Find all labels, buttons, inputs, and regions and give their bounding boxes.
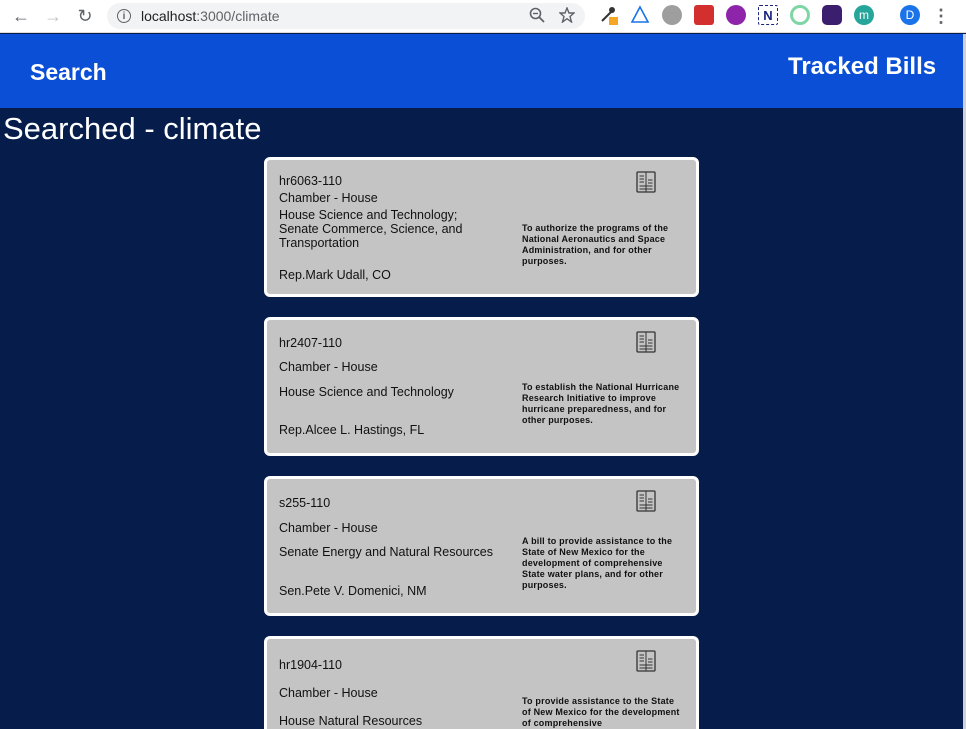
purple-extension-icon[interactable] [726,5,746,25]
bill-chamber: Chamber - House [279,360,378,374]
tracked-bills-nav-link[interactable]: Tracked Bills [788,53,936,81]
bill-chamber: Chamber - House [279,686,378,700]
bill-committee: House Science and Technology [279,385,454,399]
bill-id: hr6063-110 [279,174,343,188]
url-path: :3000/climate [196,8,280,24]
bill-committee: House Natural Resources [279,714,423,728]
document-icon[interactable] [636,650,656,672]
browser-toolbar: ← → ↻ i localhost:3000/climate N m D ⋮ [0,0,966,33]
bill-chamber: Chamber - House [279,191,378,205]
bill-card[interactable]: s255-110 Chamber - House Senate Energy a… [264,476,699,616]
n-extension-icon[interactable]: N [758,5,778,25]
profile-avatar[interactable]: D [900,5,920,25]
url-host: localhost [141,8,197,24]
eyedropper-extension-icon[interactable] [598,5,618,25]
zoom-icon[interactable] [529,7,545,23]
red-extension-icon[interactable] [694,5,714,25]
m-extension-icon[interactable]: m [854,5,874,25]
browser-menu-icon[interactable]: ⋮ [932,6,950,27]
bill-committee: House Science and Technology; Senate Com… [279,208,463,250]
document-icon[interactable] [636,171,656,193]
green-ring-extension-icon[interactable] [790,5,810,25]
bill-summary: A bill to provide assistance to the Stat… [522,536,673,590]
bill-id: s255-110 [279,496,331,510]
bill-card[interactable]: hr6063-110 Chamber - House House Science… [264,157,699,297]
dark-extension-icon[interactable] [822,5,842,25]
page-title: Searched - climate [3,111,262,146]
info-icon[interactable]: i [117,9,131,23]
circle-extension-icon[interactable] [662,5,682,25]
bill-summary: To authorize the programs of the Nationa… [522,223,669,266]
search-nav-link[interactable]: Search [30,59,107,86]
forward-icon[interactable]: → [38,1,68,31]
bill-sponsor: Rep.Mark Udall, CO [279,268,391,282]
bill-card[interactable]: hr2407-110 Chamber - House House Science… [264,317,699,456]
bill-chamber: Chamber - House [279,521,378,535]
bill-sponsor: Rep.Alcee L. Hastings, FL [279,423,425,437]
address-bar[interactable]: i localhost:3000/climate [107,3,585,29]
bill-id: hr2407-110 [279,336,343,350]
back-icon[interactable]: ← [6,1,36,31]
bookmark-star-icon[interactable] [559,7,575,23]
bill-committee: Senate Energy and Natural Resources [279,545,494,559]
bill-card[interactable]: hr1904-110 Chamber - House House Natural… [264,636,699,729]
bill-sponsor: Sen.Pete V. Domenici, NM [279,584,427,598]
document-icon[interactable] [636,331,656,353]
reload-icon[interactable]: ↻ [70,1,100,31]
triangle-extension-icon[interactable] [630,5,650,25]
bill-summary: To provide assistance to the State of Ne… [522,696,680,728]
app-header: Search Tracked Bills [0,34,963,108]
bill-summary: To establish the National Hurricane Rese… [522,382,680,425]
document-icon[interactable] [636,490,656,512]
bill-id: hr1904-110 [279,658,343,672]
